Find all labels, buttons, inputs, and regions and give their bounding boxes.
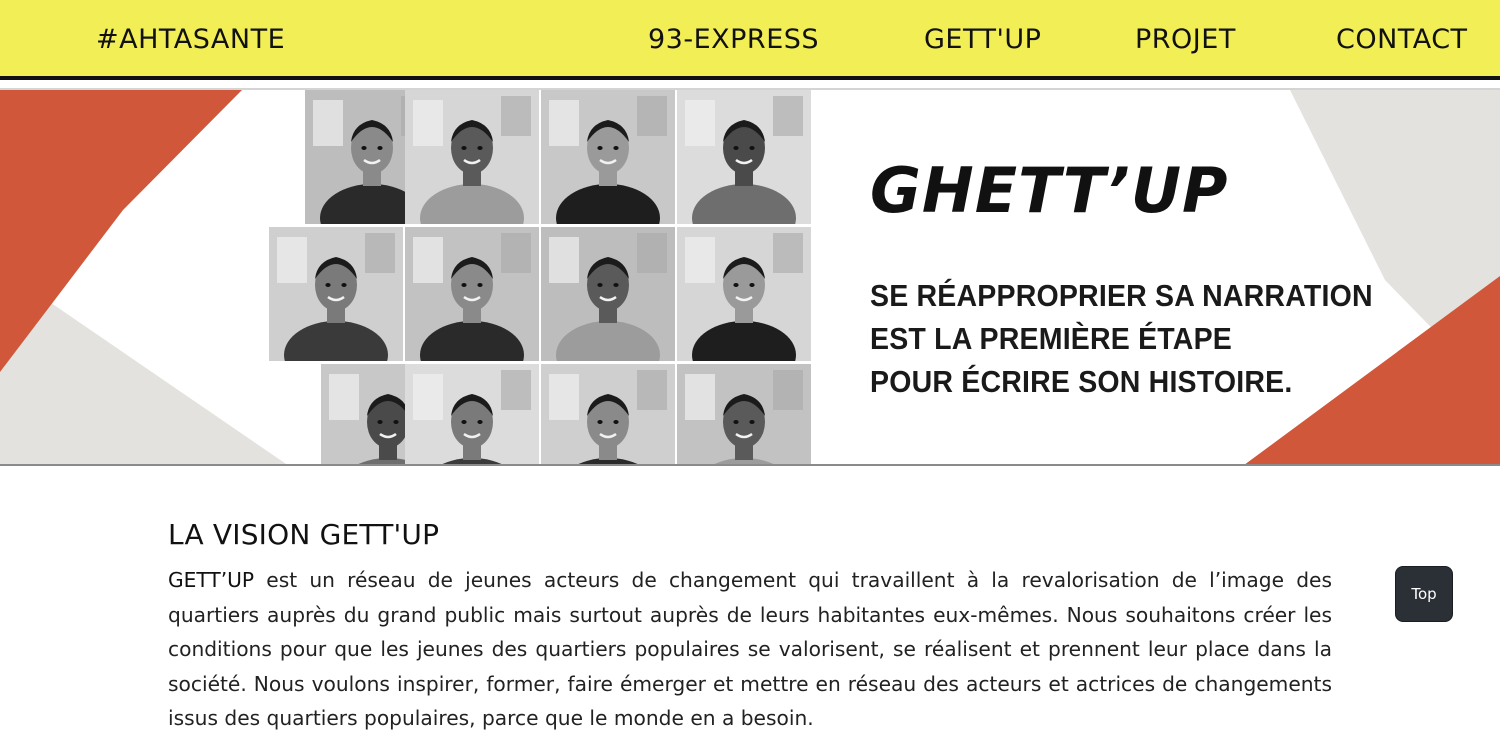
top-navigation: #AHTASANTE 93-EXPRESS GETT'UP PROJET CON… xyxy=(0,0,1500,80)
banner-tagline: SE RÉAPPROPRIER SA NARRATION EST LA PREM… xyxy=(870,274,1416,403)
nav-link-contact[interactable]: CONTACT xyxy=(1336,24,1468,55)
section-title: LA VISION GETT'UP xyxy=(168,518,440,551)
portrait-photo xyxy=(677,227,811,361)
tagline-line-1: SE RÉAPPROPRIER SA NARRATION xyxy=(870,278,1373,313)
portrait-photo xyxy=(541,364,675,464)
portrait-photo xyxy=(405,227,539,361)
hero-banner: GHETT’UP SE RÉAPPROPRIER SA NARRATION ES… xyxy=(0,88,1500,466)
portrait-photo xyxy=(677,90,811,224)
back-to-top-button[interactable]: Top xyxy=(1395,566,1453,622)
tagline-line-3: POUR ÉCRIRE SON HISTOIRE. xyxy=(870,364,1293,399)
body-lead: GETT’UP xyxy=(168,568,255,592)
nav-brand-link[interactable]: #AHTASANTE xyxy=(96,24,285,55)
portrait-photo xyxy=(405,90,539,224)
nav-link-93-express[interactable]: 93-EXPRESS xyxy=(648,24,819,55)
banner-title: GHETT’UP xyxy=(870,154,1229,227)
portrait-photo xyxy=(405,364,539,464)
portrait-photo xyxy=(677,364,811,464)
portrait-photo xyxy=(269,227,403,361)
portrait-grid xyxy=(265,90,815,464)
nav-link-gettup[interactable]: GETT'UP xyxy=(924,24,1041,55)
vision-section: LA VISION GETT'UP GETT’UP est un réseau … xyxy=(168,518,1332,736)
section-body: GETT’UP est un réseau de jeunes acteurs … xyxy=(168,563,1332,736)
portrait-photo xyxy=(541,227,675,361)
body-text: est un réseau de jeunes acteurs de chang… xyxy=(168,568,1332,730)
nav-link-projet[interactable]: PROJET xyxy=(1135,24,1236,55)
tagline-line-2: EST LA PREMIÈRE ÉTAPE xyxy=(870,321,1233,356)
portrait-photo xyxy=(541,90,675,224)
